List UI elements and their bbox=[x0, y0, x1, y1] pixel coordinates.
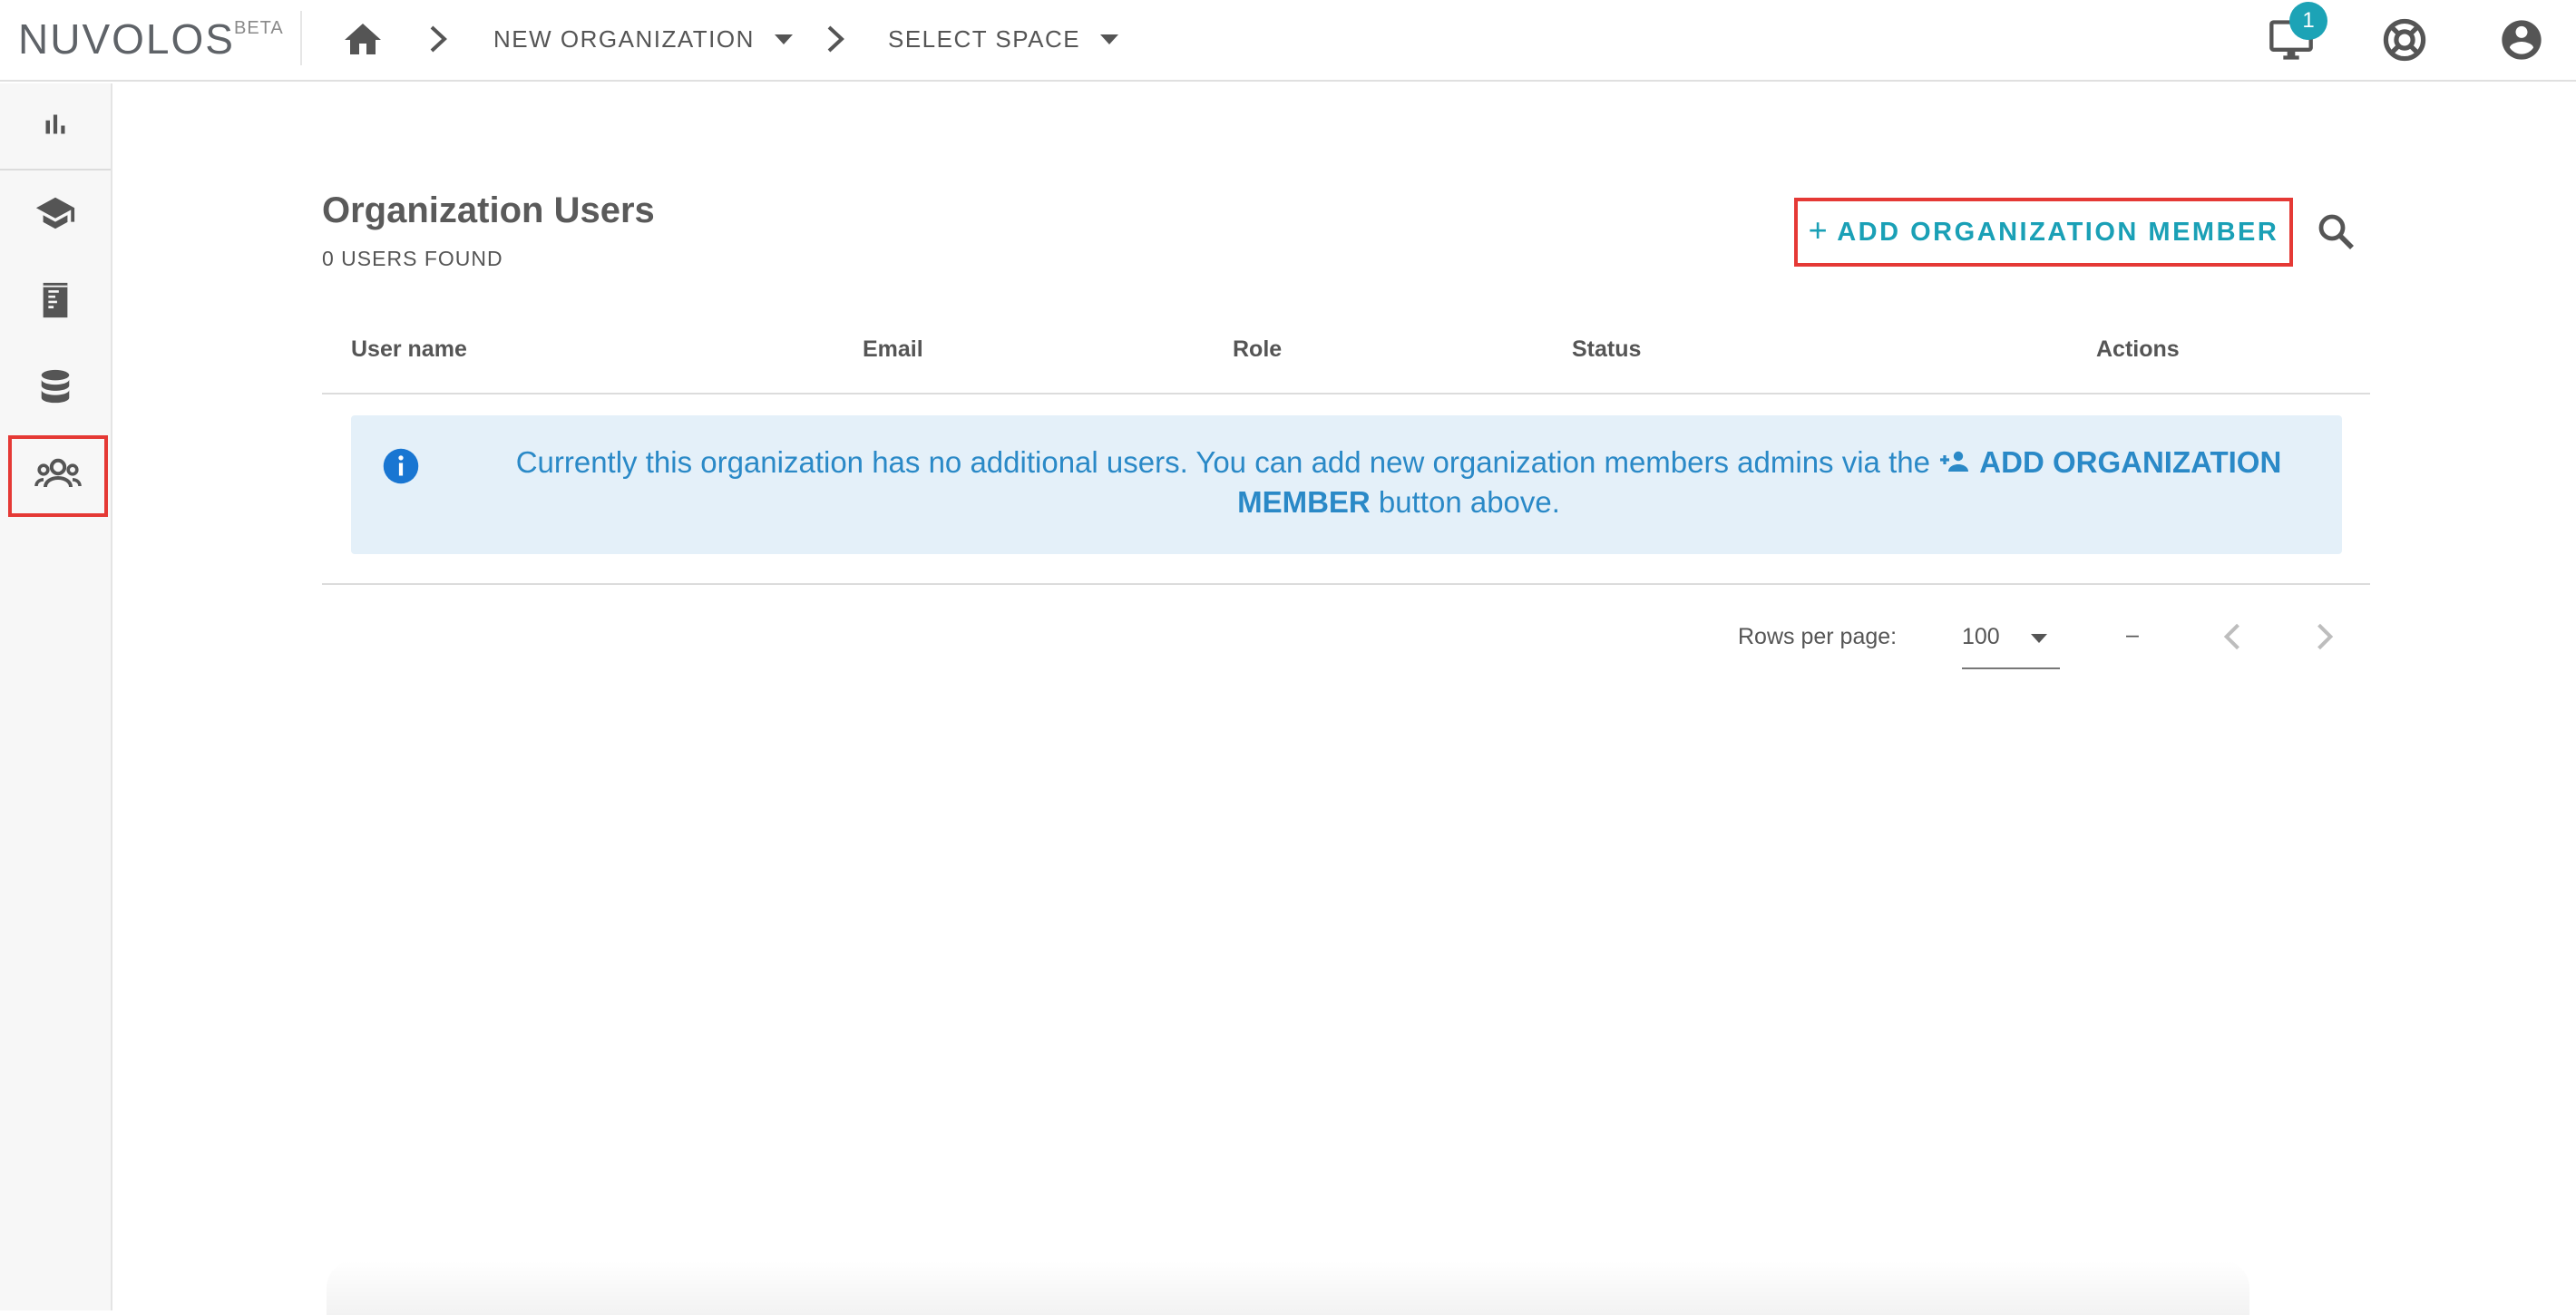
bar-chart-icon bbox=[39, 108, 72, 145]
table-header: User name Email Role Status Actions bbox=[322, 313, 2370, 394]
breadcrumb-organization-label: NEW ORGANIZATION bbox=[493, 25, 755, 53]
table-footer-divider bbox=[322, 583, 2370, 585]
page-title: Organization Users bbox=[322, 190, 655, 230]
add-organization-member-button[interactable]: + ADD ORGANIZATION MEMBER bbox=[1794, 198, 2293, 267]
chevron-right-icon bbox=[824, 24, 847, 54]
notification-badge: 1 bbox=[2289, 2, 2327, 40]
sidebar-item-dashboard[interactable] bbox=[0, 85, 111, 167]
account-icon[interactable] bbox=[2498, 16, 2545, 63]
add-users-icon bbox=[1938, 444, 1971, 472]
pagination-range: – bbox=[2126, 622, 2139, 648]
next-page-button[interactable] bbox=[2304, 617, 2344, 657]
column-header-actions: Actions bbox=[2096, 336, 2180, 362]
home-icon[interactable] bbox=[341, 18, 385, 58]
column-header-email[interactable]: Email bbox=[863, 336, 923, 363]
caret-down-icon bbox=[1100, 34, 1119, 44]
sidebar-item-courses[interactable] bbox=[0, 174, 111, 256]
beta-label: BETA bbox=[234, 18, 284, 38]
empty-state-message: Currently this organization has no addit… bbox=[505, 443, 2292, 522]
graduation-cap-icon bbox=[34, 192, 76, 239]
column-header-user-name[interactable]: User name bbox=[351, 336, 467, 363]
top-bar: NUVOLOS BETA NEW ORGANIZATION SELECT SPA… bbox=[0, 0, 2576, 82]
logo[interactable]: NUVOLOS bbox=[18, 15, 235, 63]
chevron-right-icon bbox=[426, 24, 450, 54]
sidebar-item-notebook[interactable] bbox=[0, 261, 111, 343]
notebook-icon bbox=[37, 281, 73, 324]
divider bbox=[300, 11, 302, 65]
rows-per-page-label: Rows per page: bbox=[1738, 624, 1898, 649]
rows-per-page-select[interactable]: 100 bbox=[1962, 617, 2060, 669]
sidebar-divider bbox=[0, 169, 111, 170]
breadcrumb-space-label: SELECT SPACE bbox=[888, 25, 1081, 53]
users-icon bbox=[34, 456, 82, 497]
plus-icon: + bbox=[1808, 211, 1830, 248]
breadcrumb-space[interactable]: SELECT SPACE bbox=[888, 25, 1119, 54]
database-icon bbox=[37, 368, 73, 411]
empty-message-suffix: button above. bbox=[1378, 485, 1560, 519]
previous-page-button[interactable] bbox=[2213, 617, 2253, 657]
search-icon[interactable] bbox=[2315, 210, 2358, 254]
breadcrumb-organization[interactable]: NEW ORGANIZATION bbox=[493, 25, 793, 54]
empty-state-alert: Currently this organization has no addit… bbox=[351, 415, 2342, 554]
sidebar-item-data[interactable] bbox=[0, 348, 111, 430]
caret-down-icon bbox=[774, 34, 793, 44]
column-header-status[interactable]: Status bbox=[1572, 336, 1641, 363]
caret-down-icon bbox=[2031, 634, 2047, 643]
info-icon bbox=[382, 447, 420, 485]
footer-shadow bbox=[327, 1261, 2249, 1315]
add-organization-member-label: ADD ORGANIZATION MEMBER bbox=[1837, 217, 2279, 247]
sidebar-item-users[interactable] bbox=[8, 435, 108, 517]
empty-message-prefix: Currently this organization has no addit… bbox=[515, 445, 1930, 479]
lifebuoy-icon[interactable] bbox=[2381, 16, 2428, 63]
sidebar bbox=[0, 83, 112, 1310]
users-count: 0 USERS FOUND bbox=[322, 247, 503, 270]
column-header-role[interactable]: Role bbox=[1233, 336, 1282, 363]
rows-per-page-value: 100 bbox=[1962, 624, 2000, 649]
